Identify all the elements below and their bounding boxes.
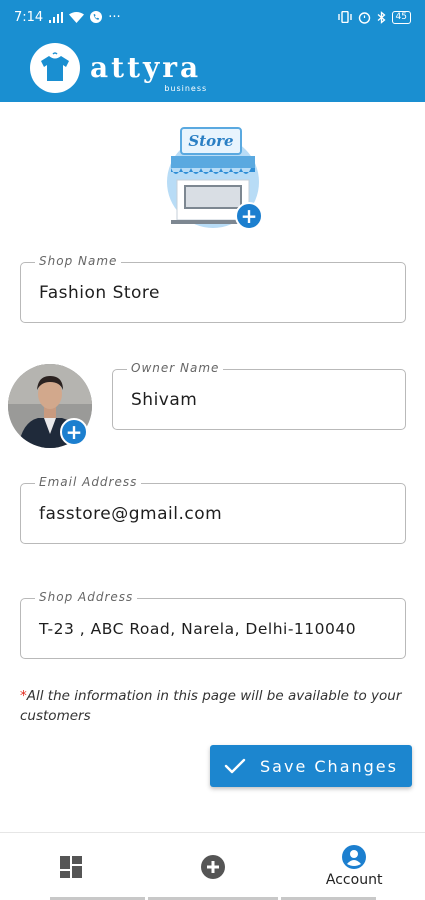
info-note-text: All the information in this page will be… [20, 688, 402, 724]
tshirt-logo-icon [30, 43, 80, 93]
bottom-navigation: Account [0, 832, 425, 900]
shop-address-field[interactable]: Shop Address T-23 , ABC Road, Narela, De… [20, 590, 406, 659]
more-icon: ··· [108, 9, 121, 25]
signal-icon [49, 11, 64, 23]
shop-address-label: Shop Address [35, 590, 138, 604]
wifi-icon [69, 11, 85, 23]
owner-name-input[interactable]: Shivam [131, 390, 197, 410]
shop-name-field[interactable]: Shop Name Fashion Store [20, 254, 406, 323]
add-owner-photo-button[interactable]: + [60, 418, 88, 446]
nav-account-label: Account [325, 872, 383, 888]
shop-address-input[interactable]: T-23 , ABC Road, Narela, Delhi-110040 [39, 620, 356, 638]
bluetooth-icon [377, 10, 386, 24]
phone-icon [90, 11, 103, 23]
required-marker: * [20, 688, 27, 704]
dashboard-icon [59, 855, 82, 878]
status-time: 7:14 [14, 9, 44, 25]
checkmark-icon [224, 758, 246, 774]
save-changes-button[interactable]: Save Changes [210, 745, 412, 787]
store-sign-text: Store [188, 132, 233, 150]
shop-name-input[interactable]: Fashion Store [39, 283, 160, 303]
owner-name-field[interactable]: Owner Name Shivam [112, 361, 406, 430]
alarm-icon [358, 11, 370, 24]
email-label: Email Address [35, 475, 142, 489]
add-store-image-button[interactable]: + [235, 202, 263, 230]
info-note: *All the information in this page will b… [20, 686, 405, 726]
owner-name-label: Owner Name [127, 361, 224, 375]
brand-name: attyra [90, 51, 202, 84]
add-circle-icon [200, 854, 225, 879]
battery-indicator: 45 [391, 10, 411, 24]
nav-account[interactable]: Account [283, 833, 425, 900]
email-input[interactable]: fasstore@gmail.com [39, 504, 222, 524]
nav-add[interactable] [142, 833, 284, 900]
brand: attyra business [90, 51, 206, 94]
email-field[interactable]: Email Address fasstore@gmail.com [20, 475, 406, 544]
account-icon [342, 845, 367, 869]
shop-name-label: Shop Name [35, 254, 122, 268]
store-image-picker[interactable]: Store + [157, 122, 269, 234]
status-bar: 7:14 ··· 45 [0, 0, 425, 34]
save-changes-label: Save Changes [260, 756, 398, 776]
nav-dashboard[interactable] [0, 833, 142, 900]
brand-subtitle: business [164, 84, 208, 93]
vibrate-icon [337, 11, 352, 23]
app-header: attyra business [0, 34, 425, 102]
